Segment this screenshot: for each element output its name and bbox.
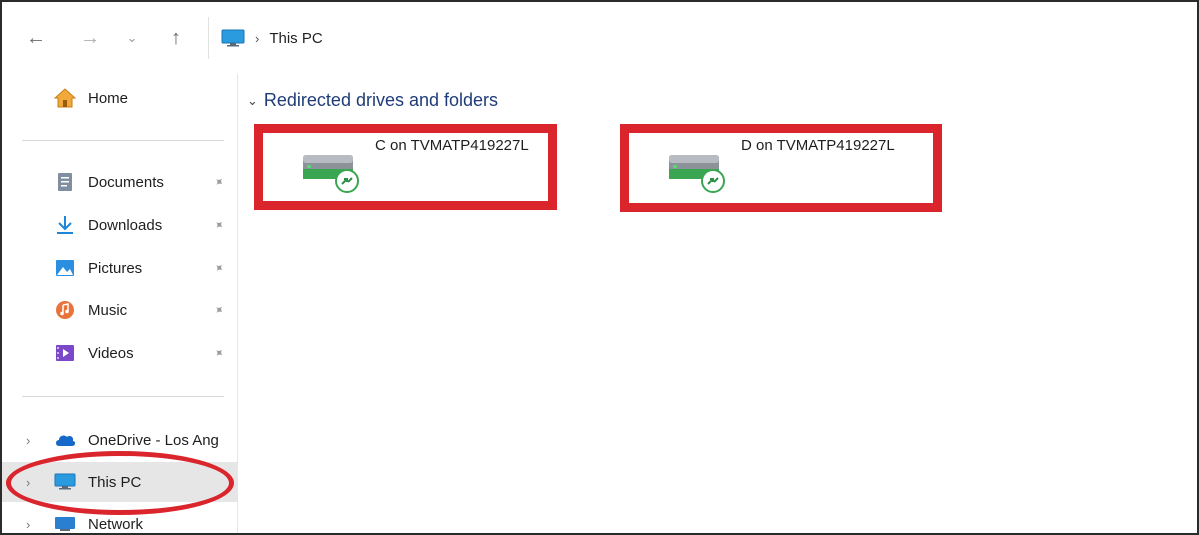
redirected-drive-icon	[303, 155, 359, 193]
pin-icon[interactable]: ✦	[211, 216, 228, 233]
sidebar-item-label: Downloads	[88, 216, 163, 234]
sidebar-item-label: Home	[88, 89, 129, 107]
pin-icon[interactable]: ✦	[211, 259, 228, 276]
up-arrow-icon[interactable]: ↑	[162, 24, 190, 52]
sidebar-item-label: Documents	[88, 173, 164, 191]
home-icon	[54, 87, 76, 109]
sidebar-item-label: OneDrive - Los Ang	[88, 431, 219, 449]
download-arrow-icon	[54, 214, 76, 236]
chevron-down-icon: ⌄	[247, 92, 258, 108]
group-header-redirected[interactable]: ⌄ Redirected drives and folders	[247, 90, 498, 111]
drive-label: D on TVMATP419227L	[741, 137, 895, 154]
redirected-drive-icon	[669, 155, 725, 193]
chevron-right-icon[interactable]: ›	[26, 517, 30, 532]
sidebar-divider	[22, 396, 224, 397]
breadcrumb-separator: ›	[255, 30, 260, 46]
pin-icon[interactable]: ✦	[211, 344, 228, 361]
sidebar-item-label: Music	[88, 301, 128, 319]
address-bar[interactable]: › This PC	[208, 17, 1196, 59]
breadcrumb-this-pc[interactable]: This PC	[269, 30, 322, 47]
this-pc-highlight-oval	[6, 451, 234, 515]
navigation-bar: ← → ⌄ ↑ › This PC	[2, 2, 1197, 74]
back-arrow-icon[interactable]: ←	[22, 24, 50, 52]
drive-item-c[interactable]: C on TVMATP419227L	[254, 124, 557, 210]
sidebar-item-label: Videos	[88, 344, 134, 362]
sidebar-divider	[22, 140, 224, 141]
network-icon	[54, 513, 76, 533]
forward-arrow-icon[interactable]: →	[76, 24, 104, 52]
drive-item-d[interactable]: D on TVMATP419227L	[620, 124, 942, 212]
chevron-right-icon[interactable]: ›	[26, 433, 30, 448]
recent-locations-chevron-icon[interactable]: ⌄	[118, 24, 146, 52]
sidebar-item-label: Network	[88, 515, 144, 533]
drive-label: C on TVMATP419227L	[375, 137, 529, 154]
cloud-icon	[54, 429, 76, 451]
pin-icon[interactable]: ✦	[211, 173, 228, 190]
music-icon	[54, 299, 76, 321]
videos-icon	[54, 342, 76, 364]
sidebar-item-music[interactable]: Music ✦	[2, 290, 238, 330]
file-explorer-window: ← → ⌄ ↑ › This PC Home Documents ✦ Downl…	[0, 0, 1199, 535]
monitor-icon	[221, 29, 245, 47]
sidebar-item-home[interactable]: Home	[2, 78, 238, 118]
group-header-label: Redirected drives and folders	[263, 90, 499, 110]
sidebar-item-label: Pictures	[88, 259, 143, 277]
sidebar-item-pictures[interactable]: Pictures ✦	[2, 248, 238, 288]
sidebar-item-downloads[interactable]: Downloads ✦	[2, 205, 238, 245]
content-pane: ⌄ Redirected drives and folders C on TVM…	[239, 74, 1197, 533]
sidebar-item-documents[interactable]: Documents ✦	[2, 162, 238, 202]
sidebar-item-videos[interactable]: Videos ✦	[2, 333, 238, 373]
pictures-icon	[54, 257, 76, 279]
document-icon	[54, 171, 76, 193]
pin-icon[interactable]: ✦	[211, 301, 228, 318]
